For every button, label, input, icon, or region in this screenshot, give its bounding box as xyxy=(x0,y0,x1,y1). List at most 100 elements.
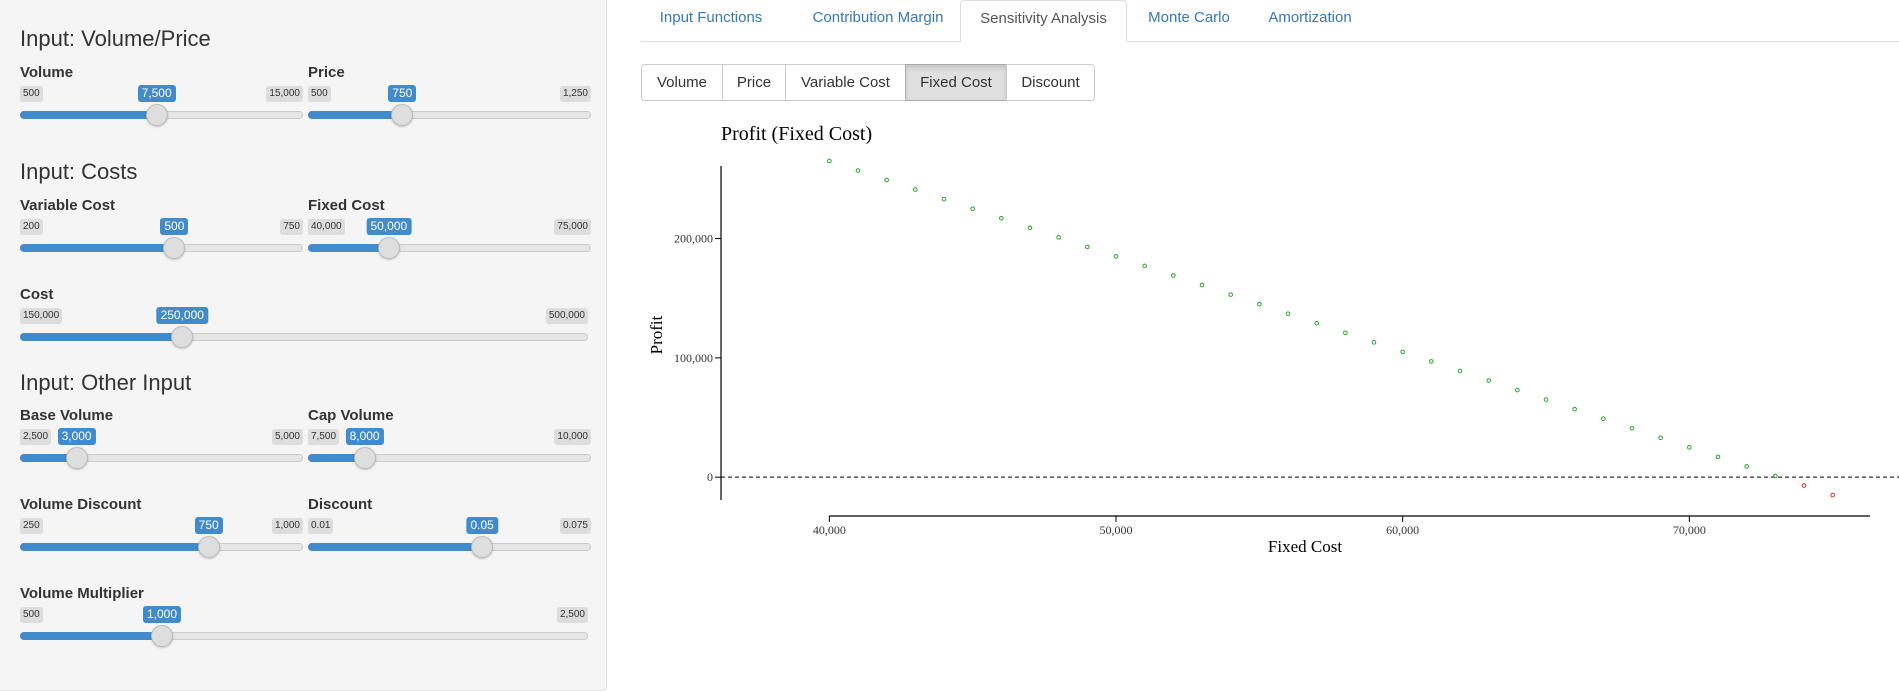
section-title-costs: Input: Costs xyxy=(20,159,138,184)
tab-monte-carlo[interactable]: Monte Carlo xyxy=(1135,0,1243,41)
slider-current-value: 8,000 xyxy=(345,428,384,445)
tab-sensitivity-analysis[interactable]: Sensitivity Analysis xyxy=(960,0,1127,42)
slider-label: Volume Multiplier xyxy=(20,585,144,602)
slider-max-value: 0.075 xyxy=(559,518,591,534)
x-tick-label: 70,000 xyxy=(1673,523,1706,537)
slider-current-value: 750 xyxy=(194,517,223,534)
fixed-cost-button[interactable]: Fixed Cost xyxy=(905,64,1007,101)
slider-min-value: 40,000 xyxy=(308,219,345,235)
slider-handle[interactable] xyxy=(65,447,88,469)
y-axis-label: Profit xyxy=(647,315,666,354)
data-point xyxy=(1629,425,1635,431)
slider-max-value: 5,000 xyxy=(271,429,303,445)
slider-handle[interactable] xyxy=(145,104,168,126)
slider-min-value: 500 xyxy=(20,607,43,623)
profit-sensitivity-chart: Profit (Fixed Cost) Fixed Cost Profit 0 100,… xyxy=(647,123,1899,556)
slider-handle[interactable] xyxy=(151,625,173,647)
slider-min-value: 200 xyxy=(20,219,43,235)
slider-handle[interactable] xyxy=(353,447,376,469)
data-point xyxy=(1027,225,1033,231)
data-point xyxy=(1715,454,1721,460)
slider-fill xyxy=(20,333,183,341)
slider-handle[interactable] xyxy=(377,237,400,259)
slider-min-value: 0.01 xyxy=(308,518,334,534)
tab-amortization[interactable]: Amortization xyxy=(1253,0,1367,41)
slider-base-volume: Base Volume 2,500 5,000 3,000 xyxy=(20,407,303,469)
slider-volume: Volume 500 15,000 7,500 xyxy=(20,64,303,126)
data-point xyxy=(1515,387,1520,393)
data-point xyxy=(1830,492,1835,498)
slider-max-value: 10,000 xyxy=(554,429,591,445)
variable-cost-button[interactable]: Variable Cost xyxy=(785,64,906,101)
data-point xyxy=(913,187,918,192)
slider-handle[interactable] xyxy=(163,237,186,259)
slider-volume-discount: Volume Discount 250 1,000 750 xyxy=(20,496,303,558)
slider-handle[interactable] xyxy=(471,536,494,558)
slider-max-value: 500,000 xyxy=(545,308,588,324)
slider-max-value: 1,250 xyxy=(559,86,591,102)
slider-fill xyxy=(20,632,162,640)
slider-label: Variable Cost xyxy=(20,197,116,214)
data-point xyxy=(827,158,832,164)
price-button[interactable]: Price xyxy=(722,64,786,101)
slider-cost: Cost 150,000 500,000 250,000 xyxy=(20,286,588,348)
slider-label: Base Volume xyxy=(20,407,114,424)
data-point xyxy=(1601,416,1606,422)
tab-contribution-margin[interactable]: Contribution Margin xyxy=(789,0,967,41)
slider-max-value: 750 xyxy=(280,219,303,235)
data-point xyxy=(1400,349,1405,355)
slider-current-value: 0.05 xyxy=(466,517,498,534)
slider-current-value: 500 xyxy=(160,218,189,235)
slider-fixed-cost: Fixed Cost 40,000 75,000 50,000 xyxy=(308,197,591,259)
slider-fill xyxy=(308,244,389,252)
data-point xyxy=(999,215,1004,221)
slider-label: Volume xyxy=(20,64,74,81)
y-tick-label: 0 xyxy=(707,470,713,484)
x-tick-label: 40,000 xyxy=(813,523,846,537)
slider-max-value: 2,500 xyxy=(556,607,588,623)
slider-max-value: 75,000 xyxy=(554,219,591,235)
tab-input-functions[interactable]: Input Functions xyxy=(641,0,781,41)
chart-title: Profit (Fixed Cost) xyxy=(721,123,872,145)
slider-variable-cost: Variable Cost 200 750 500 xyxy=(20,197,303,259)
slider-current-value: 3,000 xyxy=(57,428,96,445)
data-point xyxy=(941,196,947,202)
x-tick-label: 50,000 xyxy=(1100,523,1133,537)
data-point xyxy=(1773,473,1778,479)
data-point xyxy=(1285,311,1291,316)
data-point xyxy=(1687,445,1692,450)
slider-fill xyxy=(20,244,175,252)
discount-button[interactable]: Discount xyxy=(1006,64,1095,101)
data-point xyxy=(1658,435,1663,441)
data-point xyxy=(884,177,889,183)
slider-max-value: 15,000 xyxy=(266,86,303,102)
slider-min-value: 7,500 xyxy=(308,429,340,445)
data-point xyxy=(1543,397,1549,402)
slider-handle[interactable] xyxy=(171,326,194,348)
sidebar-panel: Input: Volume/Price Input: Costs Input: … xyxy=(0,0,607,691)
slider-label: Fixed Cost xyxy=(308,197,385,214)
data-point xyxy=(1228,292,1233,297)
slider-label: Cap Volume xyxy=(308,407,394,424)
data-point xyxy=(1085,244,1090,250)
slider-handle[interactable] xyxy=(391,104,414,126)
slider-handle[interactable] xyxy=(197,536,220,558)
slider-label: Volume Discount xyxy=(20,496,142,513)
slider-label: Price xyxy=(308,64,345,81)
data-point xyxy=(970,206,975,211)
data-point xyxy=(1142,263,1147,269)
data-point xyxy=(1199,282,1205,288)
volume-button[interactable]: Volume xyxy=(641,64,723,101)
slider-current-value: 750 xyxy=(388,85,417,102)
slider-volume-multiplier: Volume Multiplier 500 2,500 1,000 xyxy=(20,585,588,647)
data-point xyxy=(1056,235,1061,240)
slider-current-value: 250,000 xyxy=(156,307,208,324)
slider-current-value: 50,000 xyxy=(366,218,412,235)
slider-current-value: 7,500 xyxy=(137,85,176,102)
data-point xyxy=(1371,340,1377,345)
slider-max-value: 1,000 xyxy=(271,518,303,534)
slider-fill xyxy=(20,543,209,551)
y-tick-label: 200,000 xyxy=(674,232,713,246)
data-point xyxy=(1744,464,1749,469)
x-axis-label: Fixed Cost xyxy=(1268,537,1342,556)
